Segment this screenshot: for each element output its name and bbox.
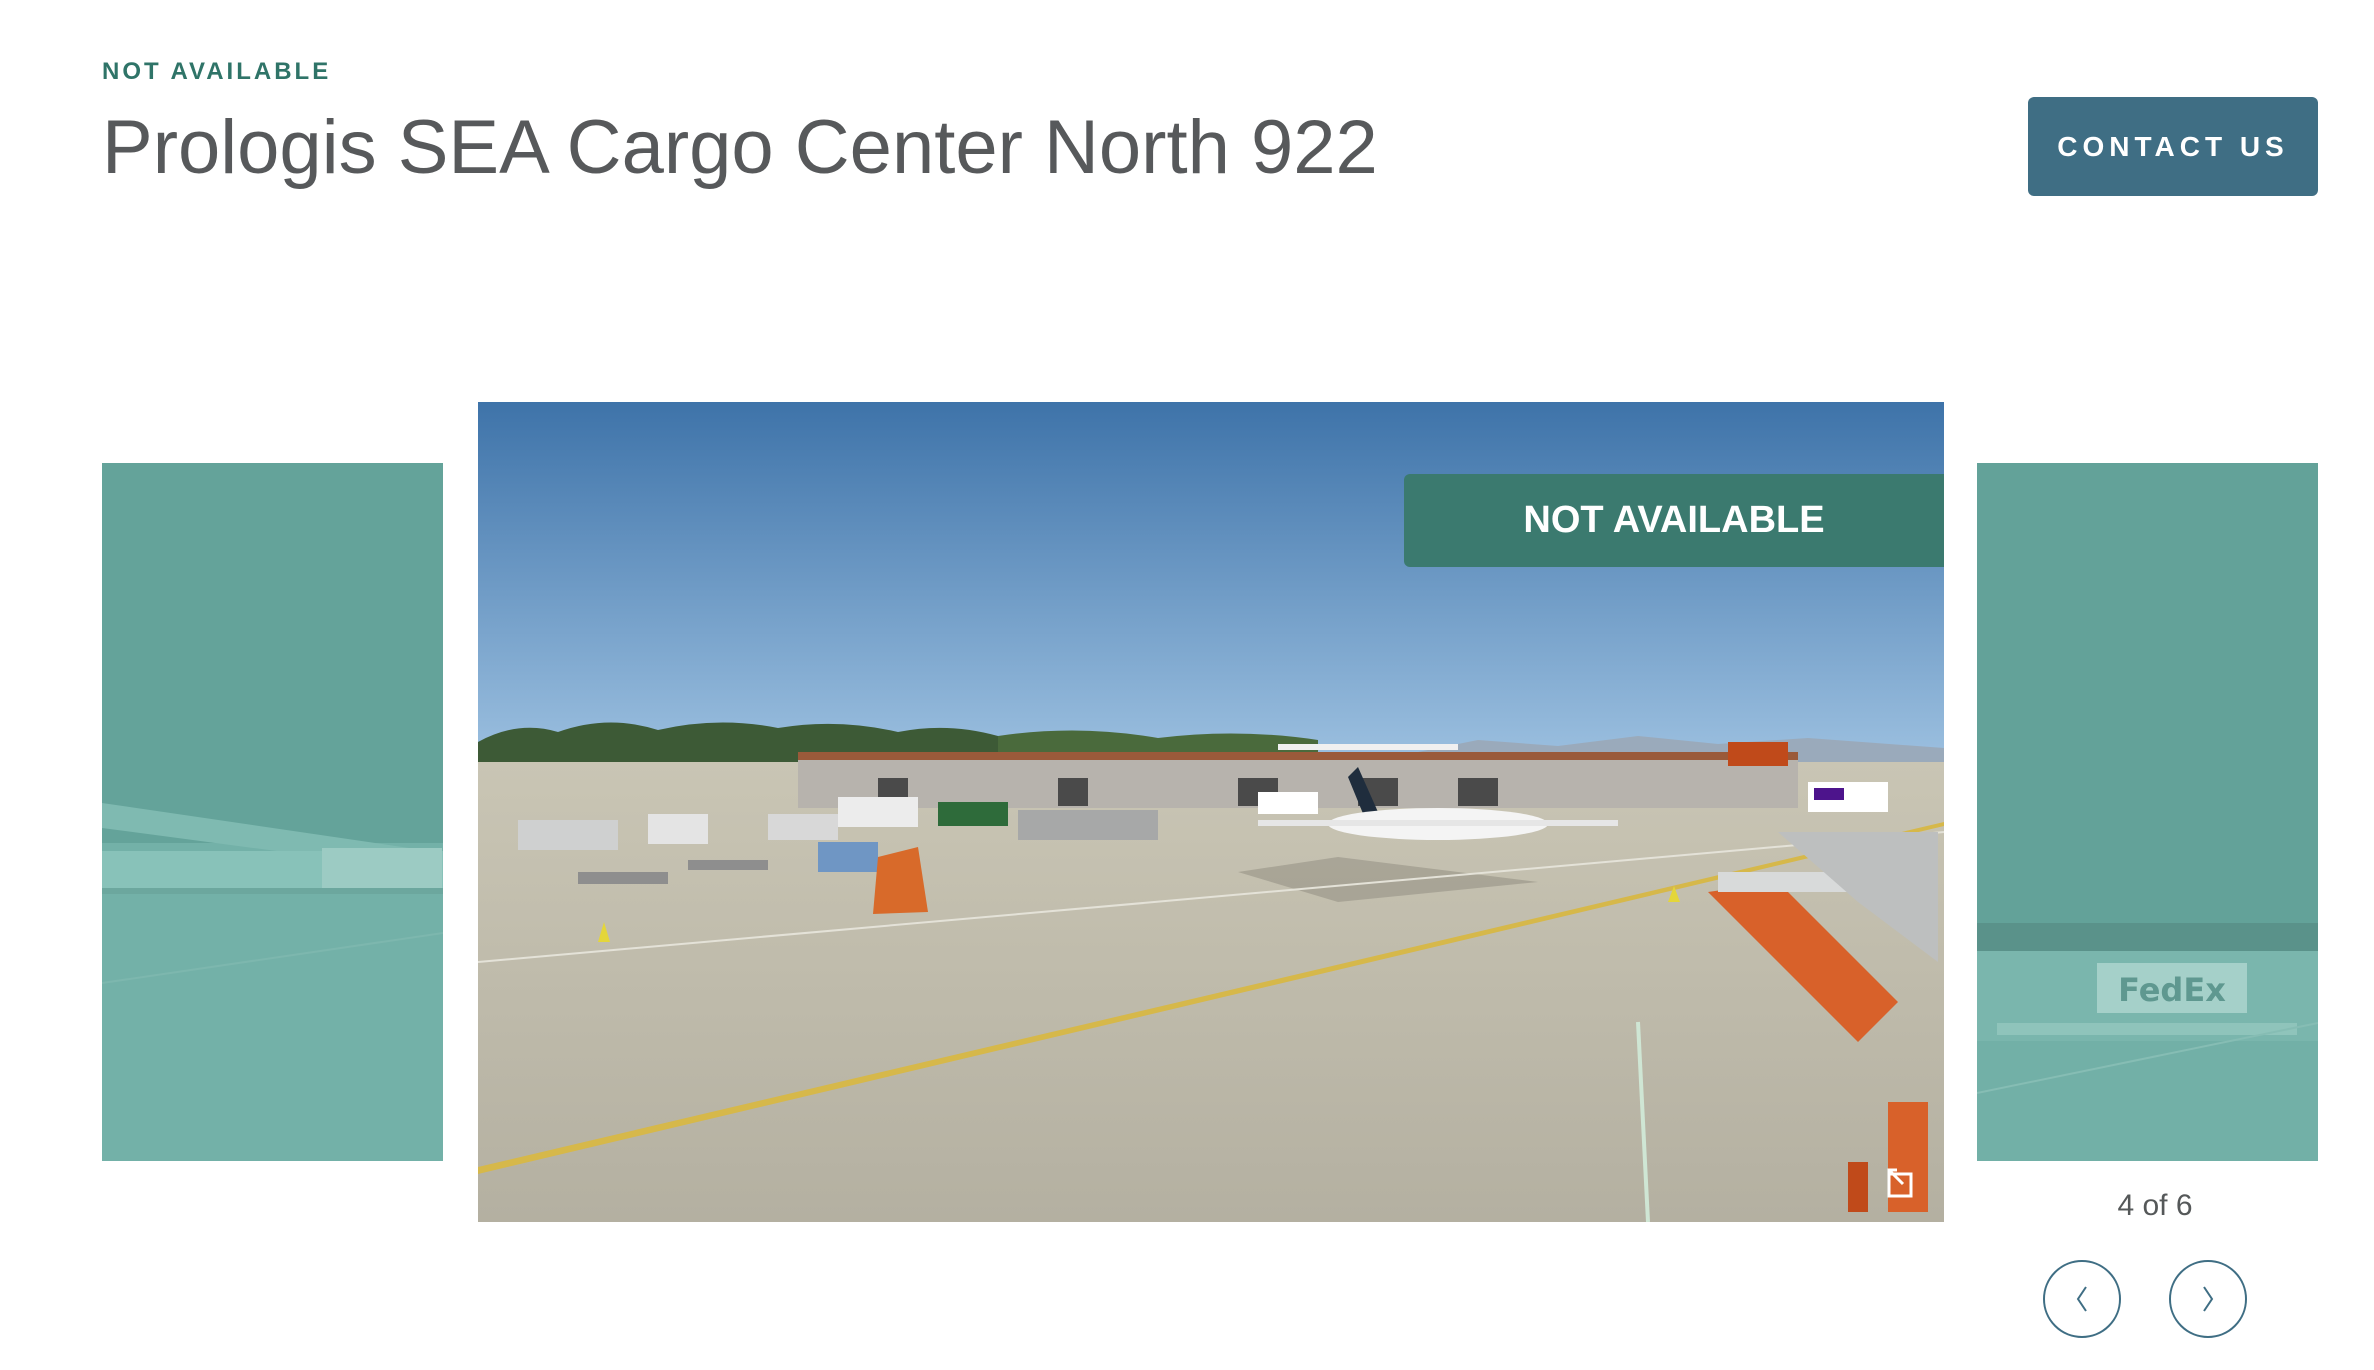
- next-slide-preview[interactable]: FedEx: [1977, 463, 2318, 1161]
- status-eyebrow: NOT AVAILABLE: [102, 58, 332, 85]
- slide-counter: 4 of 6: [2117, 1189, 2193, 1222]
- contact-us-button[interactable]: CONTACT US: [2028, 97, 2318, 196]
- chevron-right-icon: [2203, 1286, 2214, 1312]
- chevron-left-icon: [2076, 1286, 2087, 1312]
- next-slide-button[interactable]: [2169, 1260, 2247, 1338]
- previous-slide-preview[interactable]: [102, 463, 443, 1161]
- previous-slide-image: [102, 463, 443, 1161]
- expand-icon[interactable]: [1882, 1163, 1922, 1203]
- previous-slide-button[interactable]: [2043, 1260, 2121, 1338]
- fedex-sign-text: FedEx: [2118, 971, 2226, 1009]
- availability-banner: NOT AVAILABLE: [1404, 474, 1944, 567]
- page-title: Prologis SEA Cargo Center North 922: [102, 105, 1378, 190]
- next-slide-image: FedEx: [1977, 463, 2318, 1161]
